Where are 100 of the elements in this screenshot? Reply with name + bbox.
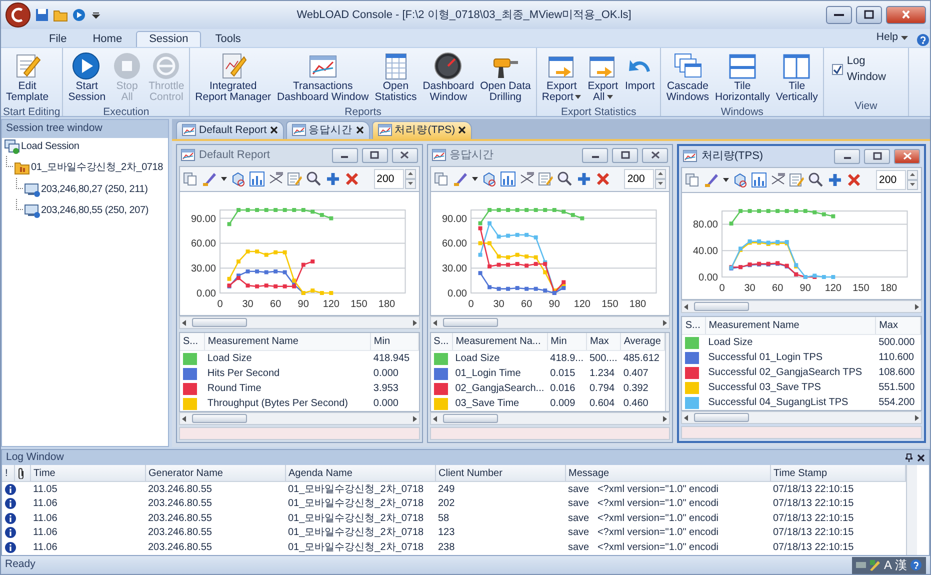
column-header[interactable]: Time Stamp: [770, 465, 905, 482]
scrollbar-thumb[interactable]: [442, 318, 498, 328]
folder-icon[interactable]: [53, 8, 68, 22]
close-button[interactable]: [642, 148, 668, 163]
scrollbar-thumb[interactable]: [192, 414, 247, 424]
column-header[interactable]: S...: [430, 333, 452, 351]
right-arrow-icon[interactable]: [412, 320, 417, 326]
tree-item[interactable]: 203,246,80,55 (250, 207): [41, 203, 149, 218]
close-icon[interactable]: [270, 126, 278, 134]
scrollbar-thumb[interactable]: [694, 413, 750, 422]
column-header[interactable]: Measurement Na...: [452, 333, 548, 351]
left-arrow-icon[interactable]: [684, 414, 688, 421]
right-arrow-icon[interactable]: [412, 416, 417, 422]
search-icon[interactable]: [306, 170, 322, 187]
column-header[interactable]: Measurement Name: [204, 333, 370, 351]
search-icon[interactable]: [556, 170, 573, 187]
cube-icon[interactable]: [480, 170, 497, 187]
ribbon-button[interactable]: Export All: [584, 50, 622, 105]
column-header[interactable]: !: [2, 465, 14, 482]
cube-icon[interactable]: [230, 170, 246, 187]
brush-icon[interactable]: [202, 170, 218, 187]
close-icon[interactable]: [458, 126, 466, 134]
save-icon[interactable]: [35, 8, 49, 22]
spin-field[interactable]: 200: [876, 170, 906, 190]
minimize-button[interactable]: [582, 148, 608, 163]
column-header[interactable]: Client Number: [435, 465, 565, 482]
ime-indicator[interactable]: 漢: [895, 556, 907, 574]
document-tab[interactable]: 처리량(TPS): [372, 120, 472, 139]
minimize-button[interactable]: [826, 6, 852, 24]
scrollbar-thumb[interactable]: [442, 414, 498, 424]
pin-icon[interactable]: [905, 453, 913, 462]
horizontal-scrollbar[interactable]: [681, 300, 922, 314]
horizontal-scrollbar[interactable]: [430, 412, 670, 426]
ribbon-button[interactable]: Export Report: [538, 50, 584, 105]
delete-icon[interactable]: [344, 170, 360, 187]
menu-tab[interactable]: Home: [80, 32, 134, 47]
spin-buttons[interactable]: [655, 168, 666, 189]
spin-buttons[interactable]: [404, 168, 416, 189]
right-arrow-icon[interactable]: [915, 304, 920, 310]
minimize-button[interactable]: [834, 148, 860, 164]
restore-button[interactable]: [864, 148, 890, 164]
edit-icon[interactable]: [789, 172, 806, 188]
column-header[interactable]: S...: [180, 333, 204, 351]
tree-item[interactable]: Load Session: [21, 138, 80, 154]
spin-field[interactable]: 200: [624, 168, 654, 189]
delete-icon[interactable]: [594, 170, 611, 187]
horizontal-scrollbar[interactable]: [681, 411, 922, 424]
document-tab[interactable]: 응답시간: [286, 120, 370, 139]
close-button[interactable]: [886, 6, 926, 24]
paperclip-icon[interactable]: [18, 468, 24, 479]
ribbon-button[interactable]: Cascade Windows: [663, 50, 712, 105]
left-arrow-icon[interactable]: [432, 320, 437, 326]
copy-icon[interactable]: [685, 172, 702, 188]
scrollbar-thumb[interactable]: [192, 318, 247, 328]
ribbon-button[interactable]: Edit Template: [3, 50, 52, 105]
ribbon-button[interactable]: Import: [621, 50, 658, 94]
plus-icon[interactable]: [325, 170, 341, 187]
left-arrow-icon[interactable]: [684, 304, 688, 310]
column-header[interactable]: Min: [547, 333, 586, 351]
plus-icon[interactable]: [576, 170, 592, 187]
close-icon[interactable]: [356, 126, 364, 134]
pen-icon[interactable]: [868, 559, 881, 572]
ribbon-button[interactable]: Open Data Drilling: [477, 50, 534, 105]
cube-icon[interactable]: [732, 172, 748, 188]
ribbon-button[interactable]: Tile Horizontally: [712, 50, 773, 105]
document-tab[interactable]: Default Report: [176, 120, 284, 139]
help-icon[interactable]: [916, 32, 930, 47]
search-icon[interactable]: [808, 172, 824, 188]
bar-chart-icon[interactable]: [249, 170, 265, 187]
left-arrow-icon[interactable]: [182, 320, 186, 326]
tree-item[interactable]: 203,246,80,27 (250, 211): [41, 182, 148, 197]
ribbon-button[interactable]: Dashboard Window: [420, 50, 478, 105]
caret-icon[interactable]: [221, 176, 227, 181]
play-icon[interactable]: [72, 8, 86, 22]
right-arrow-icon[interactable]: [663, 320, 668, 326]
ribbon-button[interactable]: Open Statistics: [372, 50, 420, 105]
edit-icon[interactable]: [287, 170, 303, 187]
brush-icon[interactable]: [452, 170, 469, 187]
left-arrow-icon[interactable]: [432, 416, 437, 422]
column-header[interactable]: Max: [876, 317, 921, 335]
help-menu[interactable]: Help: [870, 29, 914, 47]
ribbon-button[interactable]: Tile Vertically: [772, 50, 821, 105]
column-header[interactable]: Time: [30, 465, 145, 482]
column-header[interactable]: Average: [620, 333, 664, 351]
vertical-scrollbar[interactable]: [906, 465, 916, 556]
plus-icon[interactable]: [827, 172, 844, 188]
close-icon[interactable]: [917, 454, 925, 462]
spin-field[interactable]: 200: [374, 168, 404, 189]
column-header[interactable]: Generator Name: [145, 465, 285, 482]
column-header[interactable]: S...: [682, 317, 706, 335]
close-button[interactable]: [894, 148, 920, 164]
help-icon[interactable]: [910, 559, 922, 572]
restore-button[interactable]: [612, 148, 638, 163]
column-header[interactable]: Agenda Name: [285, 465, 435, 482]
column-header[interactable]: Measurement Name: [705, 317, 876, 335]
column-header[interactable]: Max: [586, 333, 620, 351]
edit-icon[interactable]: [538, 170, 554, 187]
ribbon-button[interactable]: Start Session: [65, 50, 109, 105]
restore-button[interactable]: [362, 148, 388, 163]
close-button[interactable]: [392, 148, 418, 163]
